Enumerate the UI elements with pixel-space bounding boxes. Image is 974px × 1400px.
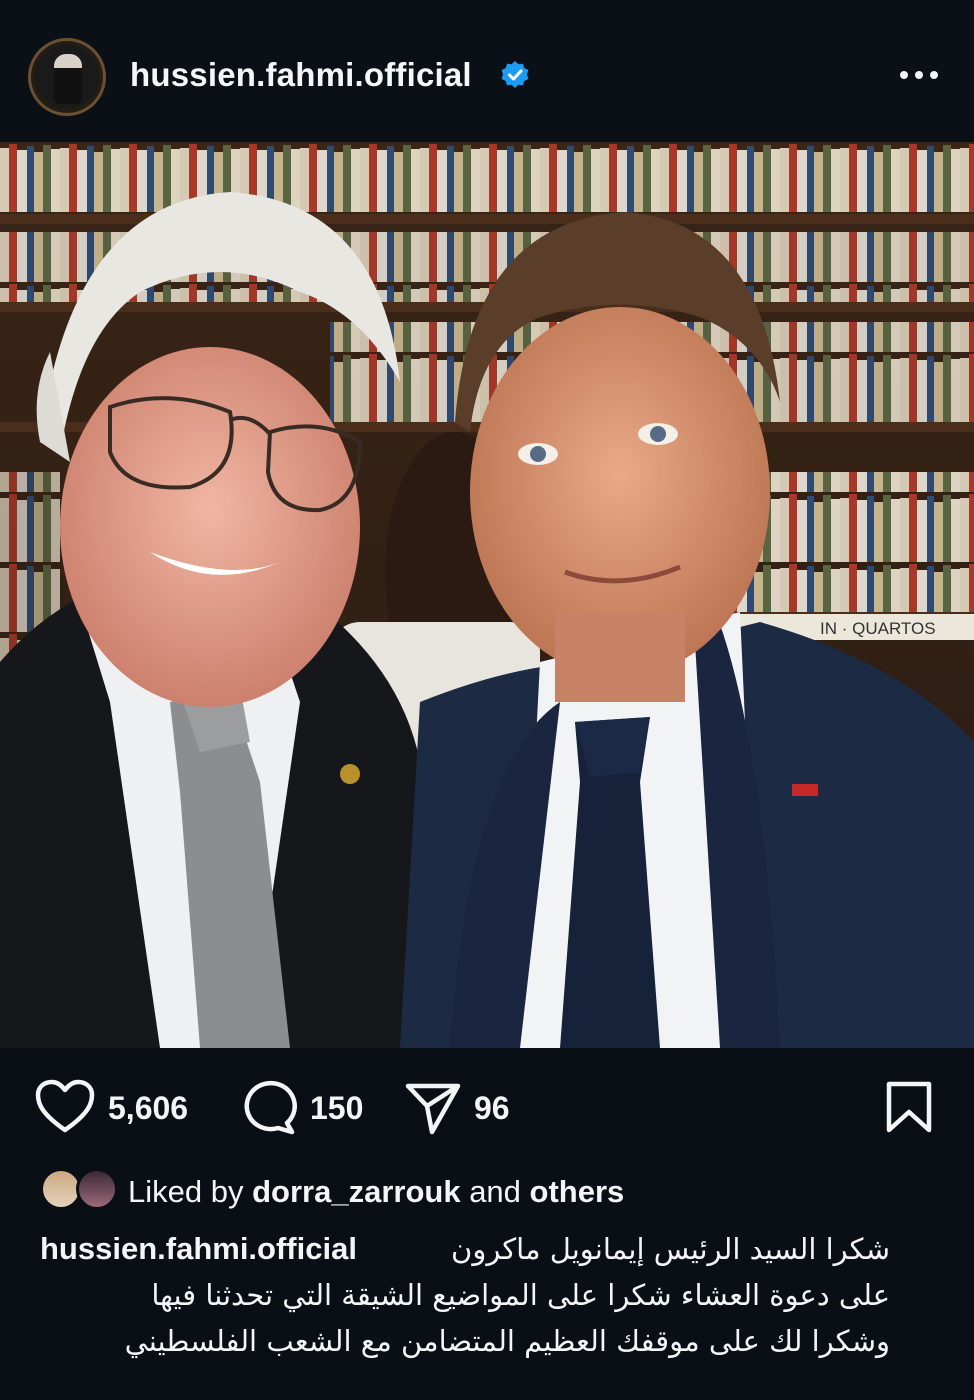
caption-username[interactable]: hussien.fahmi.official [40, 1226, 357, 1272]
post-username[interactable]: hussien.fahmi.official [130, 56, 472, 94]
bookmark-icon[interactable] [884, 1080, 934, 1134]
post-photo[interactable]: IN · QUARTOS [0, 142, 974, 1048]
comment-icon[interactable] [240, 1080, 298, 1136]
liked-by-others[interactable]: others [530, 1174, 625, 1209]
liked-by-row: Liked by dorra_zarrouk and others [40, 1168, 940, 1212]
liked-by-text: Liked by dorra_zarrouk and others [128, 1174, 624, 1210]
liker-avatar[interactable] [76, 1168, 118, 1210]
liked-by-prefix: Liked by [128, 1174, 244, 1209]
liked-by-user[interactable]: dorra_zarrouk [252, 1174, 460, 1209]
caption-line: وشكرا لك على موقفك العظيم المتضامن مع ال… [124, 1324, 890, 1358]
shelf-label: IN · QUARTOS [820, 619, 936, 638]
heart-icon[interactable] [34, 1078, 96, 1136]
likes-count[interactable]: 5,606 [108, 1090, 188, 1127]
verified-badge-icon [501, 61, 529, 88]
avatar-portrait [54, 54, 82, 104]
caption-line: شكرا السيد الرئيس إيمانويل ماكرون [451, 1232, 890, 1266]
more-options-icon[interactable] [896, 64, 942, 86]
shares-count[interactable]: 96 [474, 1090, 510, 1127]
profile-avatar[interactable] [28, 38, 106, 116]
post-header: hussien.fahmi.official [0, 0, 974, 142]
post-actions: 5,606 150 96 [0, 1072, 974, 1144]
liked-by-middle: and [469, 1174, 521, 1209]
caption-line: على دعوة العشاء شكرا على المواضيع الشيقة… [151, 1278, 890, 1312]
share-icon[interactable] [404, 1080, 462, 1136]
photo-scene: IN · QUARTOS [0, 142, 974, 1048]
comments-count[interactable]: 150 [310, 1090, 363, 1127]
